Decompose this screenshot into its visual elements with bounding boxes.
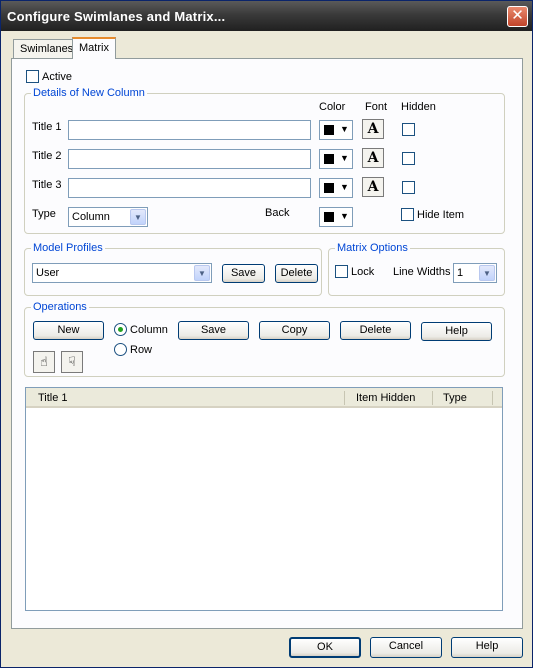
- row-radio[interactable]: [114, 343, 127, 356]
- hide-item-label: Hide Item: [417, 209, 465, 221]
- column-header-type[interactable]: Type: [443, 392, 467, 404]
- title2-color-picker[interactable]: ▼: [319, 149, 353, 169]
- close-icon: ✕: [511, 7, 524, 24]
- title3-font-button[interactable]: A: [362, 177, 384, 197]
- lock-checkbox[interactable]: [335, 265, 348, 278]
- operations-group: Operations New Column Row Save Copy Dele…: [24, 301, 505, 377]
- line-widths-value: 1: [457, 267, 464, 279]
- delete-button[interactable]: Delete: [340, 321, 411, 340]
- title1-color-picker[interactable]: ▼: [319, 120, 353, 140]
- pointing-hand-up-icon: ☝: [40, 354, 48, 369]
- color-swatch: [324, 154, 334, 164]
- model-profiles-legend: Model Profiles: [31, 242, 105, 254]
- details-group: Details of New Column Color Font Hidden …: [24, 87, 505, 234]
- tab-matrix-label: Matrix: [79, 42, 109, 54]
- help-button[interactable]: Help: [451, 637, 523, 658]
- cancel-button[interactable]: Cancel: [370, 637, 442, 658]
- title1-hidden-checkbox[interactable]: [402, 123, 415, 136]
- list-header: Title 1 Item Hidden Type: [26, 388, 502, 408]
- columns-list[interactable]: Title 1 Item Hidden Type: [25, 387, 503, 611]
- title2-font-button[interactable]: A: [362, 148, 384, 168]
- font-icon: A: [367, 121, 379, 137]
- column-divider[interactable]: [432, 391, 433, 405]
- copy-button[interactable]: Copy: [259, 321, 330, 340]
- ok-button[interactable]: OK: [289, 637, 361, 658]
- font-icon: A: [367, 150, 379, 166]
- title1-font-button[interactable]: A: [362, 119, 384, 139]
- move-down-button[interactable]: ☟: [61, 351, 83, 373]
- chevron-down-icon: ▼: [340, 211, 349, 221]
- profile-save-button[interactable]: Save: [222, 264, 265, 283]
- font-header: Font: [365, 101, 388, 113]
- chevron-down-icon: ▼: [340, 153, 349, 163]
- back-label: Back: [265, 207, 290, 219]
- profile-delete-button[interactable]: Delete: [275, 264, 318, 283]
- move-up-button[interactable]: ☝: [33, 351, 55, 373]
- color-swatch: [324, 212, 334, 222]
- back-color-picker[interactable]: ▼: [319, 207, 353, 227]
- title3-hidden-checkbox[interactable]: [402, 181, 415, 194]
- title2-label: Title 2: [32, 150, 62, 162]
- row-radio-label: Row: [130, 344, 153, 356]
- active-checkbox[interactable]: [26, 70, 39, 83]
- window-title: Configure Swimlanes and Matrix...: [7, 9, 226, 24]
- title2-hidden-checkbox[interactable]: [402, 152, 415, 165]
- active-label: Active: [42, 71, 72, 83]
- column-header-title1[interactable]: Title 1: [38, 392, 68, 404]
- type-select[interactable]: Column ▼: [68, 207, 148, 227]
- close-button[interactable]: ✕: [507, 6, 528, 27]
- title2-input[interactable]: [68, 149, 311, 169]
- help-button-operations[interactable]: Help: [421, 322, 492, 341]
- chevron-down-icon: ▼: [479, 265, 495, 281]
- chevron-down-icon: ▼: [194, 265, 210, 281]
- column-divider[interactable]: [344, 391, 345, 405]
- hide-item-checkbox[interactable]: [401, 208, 414, 221]
- save-button[interactable]: Save: [178, 321, 249, 340]
- dialog-window: Configure Swimlanes and Matrix... ✕ Swim…: [0, 0, 533, 668]
- matrix-options-group: Matrix Options Lock Line Widths 1 ▼: [328, 242, 505, 296]
- font-icon: A: [367, 179, 379, 195]
- type-label: Type: [32, 208, 56, 220]
- color-swatch: [324, 125, 334, 135]
- operations-legend: Operations: [31, 301, 89, 313]
- model-profiles-group: Model Profiles User ▼ Save Delete: [24, 242, 322, 296]
- column-radio[interactable]: [114, 323, 127, 336]
- column-header-item-hidden[interactable]: Item Hidden: [356, 392, 415, 404]
- matrix-options-legend: Matrix Options: [335, 242, 410, 254]
- column-divider[interactable]: [492, 391, 493, 405]
- chevron-down-icon: ▼: [340, 182, 349, 192]
- type-select-value: Column: [72, 211, 110, 223]
- column-radio-label: Column: [130, 324, 168, 336]
- title3-label: Title 3: [32, 179, 62, 191]
- details-legend: Details of New Column: [31, 87, 147, 99]
- title1-label: Title 1: [32, 121, 62, 133]
- model-profile-select[interactable]: User ▼: [32, 263, 212, 283]
- tab-swimlanes[interactable]: Swimlanes: [13, 39, 81, 59]
- title3-color-picker[interactable]: ▼: [319, 178, 353, 198]
- line-widths-label: Line Widths: [393, 266, 451, 278]
- hidden-header: Hidden: [401, 101, 436, 113]
- line-widths-select[interactable]: 1 ▼: [453, 263, 497, 283]
- pointing-hand-down-icon: ☟: [68, 354, 76, 369]
- model-profile-value: User: [36, 267, 60, 279]
- title1-input[interactable]: [68, 120, 311, 140]
- lock-label: Lock: [351, 266, 375, 278]
- color-swatch: [324, 183, 334, 193]
- chevron-down-icon: ▼: [130, 209, 146, 225]
- chevron-down-icon: ▼: [340, 124, 349, 134]
- tab-matrix[interactable]: Matrix: [72, 37, 116, 59]
- tab-swimlanes-label: Swimlanes: [20, 43, 74, 55]
- title-bar[interactable]: Configure Swimlanes and Matrix... ✕: [1, 1, 532, 31]
- color-header: Color: [319, 101, 346, 113]
- new-button[interactable]: New: [33, 321, 104, 340]
- title3-input[interactable]: [68, 178, 311, 198]
